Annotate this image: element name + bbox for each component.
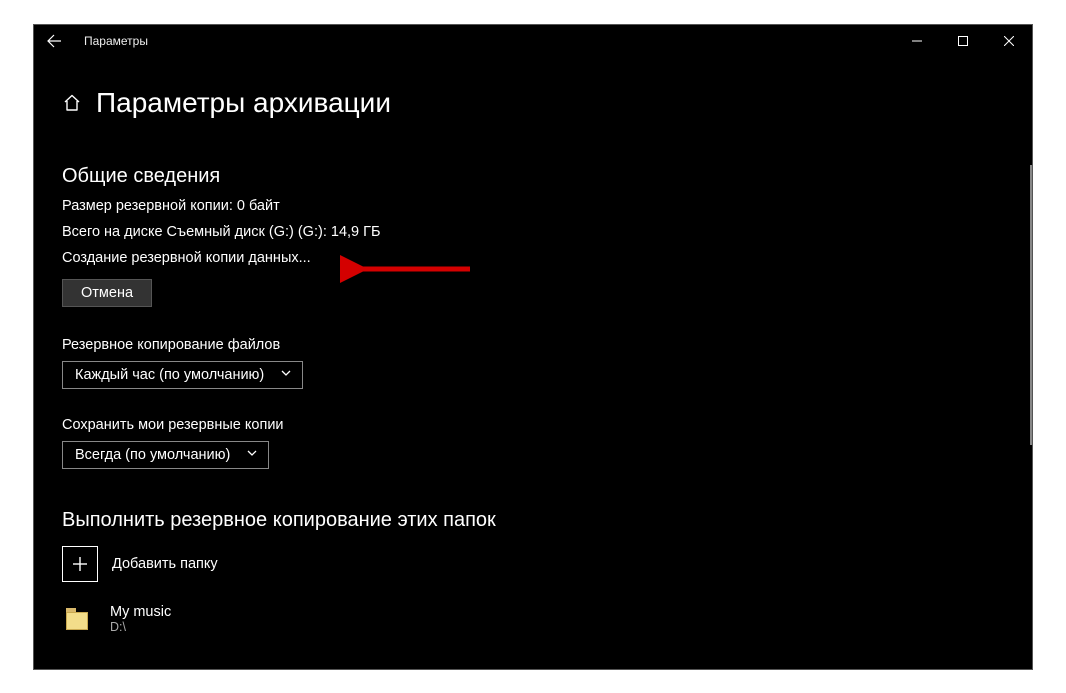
settings-window: Параметры	[33, 24, 1033, 670]
minimize-button[interactable]	[894, 25, 940, 57]
backup-status-line: Создание резервной копии данных...	[62, 250, 1004, 266]
titlebar: Параметры	[34, 25, 1032, 57]
scrollbar-thumb[interactable]	[1030, 165, 1032, 445]
disk-space-line: Всего на диске Съемный диск (G:) (G:): 1…	[62, 224, 1004, 240]
folder-name: My music	[110, 604, 171, 620]
overview-heading: Общие сведения	[62, 165, 1004, 188]
folder-path: D:\	[110, 620, 171, 634]
backup-size-line: Размер резервной копии: 0 байт	[62, 198, 1004, 214]
add-folder-label: Добавить папку	[112, 556, 218, 572]
chevron-down-icon	[280, 367, 292, 383]
minimize-icon	[912, 36, 922, 46]
arrow-left-icon	[46, 33, 62, 49]
maximize-button[interactable]	[940, 25, 986, 57]
scrollbar[interactable]	[1028, 57, 1032, 669]
retention-value: Всегда (по умолчанию)	[75, 447, 230, 463]
cancel-button[interactable]: Отмена	[62, 279, 152, 307]
retention-dropdown[interactable]: Всегда (по умолчанию)	[62, 441, 269, 469]
plus-icon	[62, 546, 98, 582]
add-folder-button[interactable]: Добавить папку	[62, 546, 1004, 582]
folder-item[interactable]: My music D:\	[62, 604, 1004, 634]
frequency-value: Каждый час (по умолчанию)	[75, 367, 264, 383]
back-button[interactable]	[34, 25, 74, 57]
folders-heading: Выполнить резервное копирование этих пап…	[62, 509, 1004, 532]
page-header: Параметры архивации	[62, 87, 1004, 119]
window-title: Параметры	[84, 34, 148, 48]
chevron-down-icon	[246, 447, 258, 463]
home-button[interactable]	[62, 93, 82, 113]
maximize-icon	[958, 36, 968, 46]
page-title: Параметры архивации	[96, 87, 391, 119]
folder-text: My music D:\	[110, 604, 171, 634]
close-icon	[1004, 36, 1014, 46]
window-controls	[894, 25, 1032, 57]
frequency-label: Резервное копирование файлов	[62, 337, 1004, 353]
frequency-dropdown[interactable]: Каждый час (по умолчанию)	[62, 361, 303, 389]
folder-icon	[66, 608, 92, 630]
content-area: Параметры архивации Общие сведения Разме…	[34, 57, 1032, 634]
retention-label: Сохранить мои резервные копии	[62, 417, 1004, 433]
home-icon	[62, 93, 82, 113]
close-button[interactable]	[986, 25, 1032, 57]
